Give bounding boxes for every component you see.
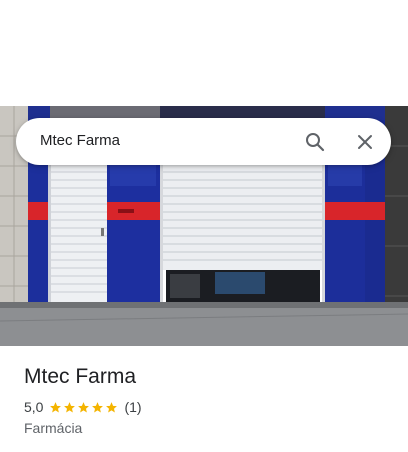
search-query[interactable]: Mtec Farma bbox=[40, 132, 120, 149]
rating-row[interactable]: 5,0 (1) bbox=[24, 399, 142, 415]
star-rating bbox=[49, 401, 119, 414]
star-icon bbox=[106, 401, 118, 412]
star-icon bbox=[78, 401, 90, 412]
star-icon bbox=[50, 401, 62, 412]
search-bar[interactable]: Mtec Farma bbox=[16, 118, 391, 165]
place-category: Farmácia bbox=[24, 420, 83, 436]
star-icon bbox=[64, 401, 76, 412]
review-count[interactable]: (1) bbox=[124, 399, 141, 415]
search-icon bbox=[306, 133, 325, 152]
clear-button[interactable] bbox=[350, 127, 380, 157]
place-title: Mtec Farma bbox=[24, 365, 137, 388]
search-button[interactable] bbox=[300, 127, 330, 157]
star-icon bbox=[92, 401, 104, 412]
close-icon bbox=[358, 135, 372, 149]
rating-value: 5,0 bbox=[24, 399, 44, 415]
